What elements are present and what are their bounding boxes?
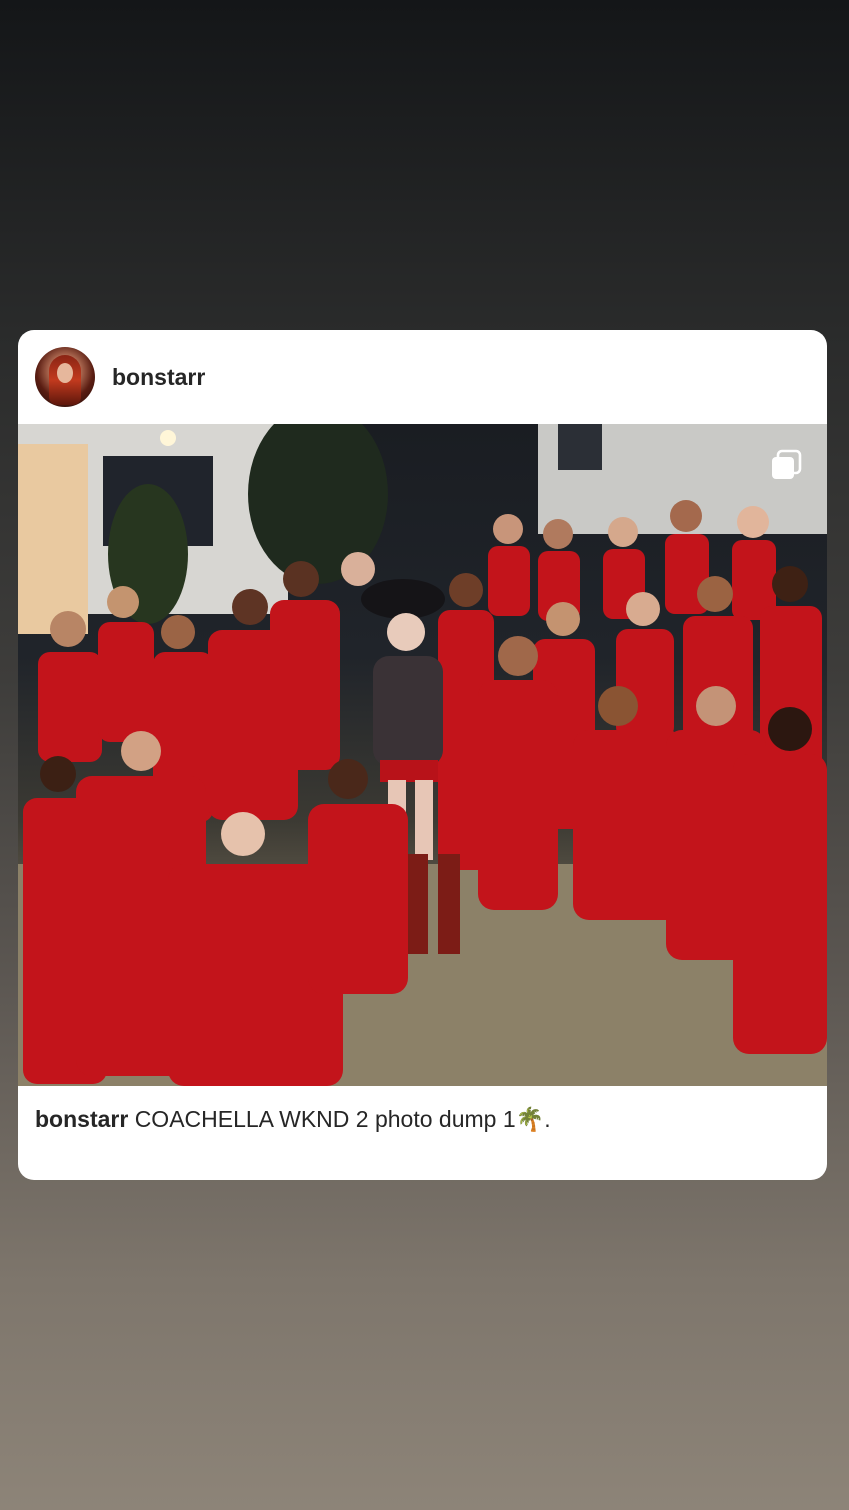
dark-jacket [373,656,443,766]
multi-photo-icon [772,449,802,479]
avatar-face [57,363,73,383]
caption-username[interactable]: bonstarr [35,1106,128,1132]
trailer-right-window [558,424,602,470]
trailer-lamp [160,430,176,446]
post-photo[interactable] [18,424,827,1086]
post-caption: bonstarr COACHELLA WKND 2 photo dump 1🌴. [35,1104,551,1134]
shared-post-card[interactable]: bonstarr bonstarr COACHELLA WKND 2 photo… [18,330,827,1180]
group-photo-illustration [18,424,827,1086]
caption-text: COACHELLA WKND 2 photo dump 1🌴. [134,1106,551,1132]
black-hat [361,579,445,619]
story-screen: { "post": { "username": "bonstarr", "cap… [0,0,849,1510]
post-username[interactable]: bonstarr [112,363,205,391]
trailer-door-light [18,444,88,634]
avatar[interactable] [35,347,95,407]
post-header: bonstarr [18,330,827,424]
